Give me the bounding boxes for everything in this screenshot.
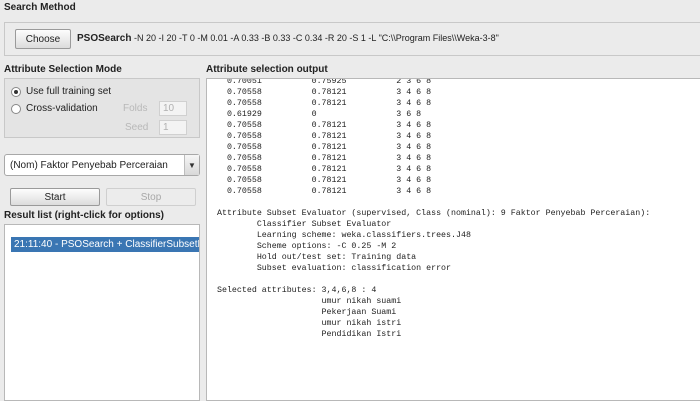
search-method-options: -N 20 -I 20 -T 0 -M 0.01 -A 0.33 -B 0.33…: [131, 33, 499, 43]
radio-use-full-training-set[interactable]: Use full training set: [11, 86, 111, 97]
radio-selected-icon[interactable]: [11, 86, 21, 97]
folds-label: Folds: [123, 103, 148, 114]
seed-label: Seed: [125, 122, 149, 133]
start-button[interactable]: Start: [10, 188, 100, 206]
search-method-field[interactable]: PSOSearch -N 20 -I 20 -T 0 -M 0.01 -A 0.…: [77, 33, 499, 44]
radio-unselected-icon[interactable]: [11, 103, 21, 114]
search-method-title: Search Method: [4, 2, 76, 13]
attribute-selection-output-panel[interactable]: 0.70051 0.75925 2 3 6 8 0.70558 0.78121 …: [206, 78, 700, 401]
class-attribute-value: (Nom) Faktor Penyebab Perceraian: [10, 160, 168, 171]
attribute-selection-mode-title: Attribute Selection Mode: [4, 64, 122, 75]
choose-button[interactable]: Choose: [15, 29, 71, 49]
radio-label: Use full training set: [26, 86, 112, 97]
attribute-selection-output-title: Attribute selection output: [206, 64, 328, 75]
result-list-item[interactable]: 21:11:40 - PSOSearch + ClassifierSubsetE…: [11, 237, 199, 252]
result-list-title: Result list (right-click for options): [4, 210, 165, 221]
chevron-down-icon[interactable]: ▼: [184, 155, 199, 175]
seed-field[interactable]: 1: [159, 120, 187, 135]
search-method-name: PSOSearch: [77, 33, 132, 44]
class-attribute-select[interactable]: (Nom) Faktor Penyebab Perceraian ▼: [4, 154, 200, 176]
attribute-selection-output-text: 0.70051 0.75925 2 3 6 8 0.70558 0.78121 …: [217, 78, 651, 339]
attribute-selection-mode-panel: Use full training set Cross-validation F…: [4, 78, 200, 138]
radio-label: Cross-validation: [26, 103, 98, 114]
stop-button[interactable]: Stop: [106, 188, 196, 206]
search-method-panel: Choose PSOSearch -N 20 -I 20 -T 0 -M 0.0…: [4, 22, 700, 56]
folds-field[interactable]: 10: [159, 101, 187, 116]
result-list: 21:11:40 - PSOSearch + ClassifierSubsetE…: [4, 224, 200, 401]
radio-cross-validation[interactable]: Cross-validation: [11, 103, 98, 114]
